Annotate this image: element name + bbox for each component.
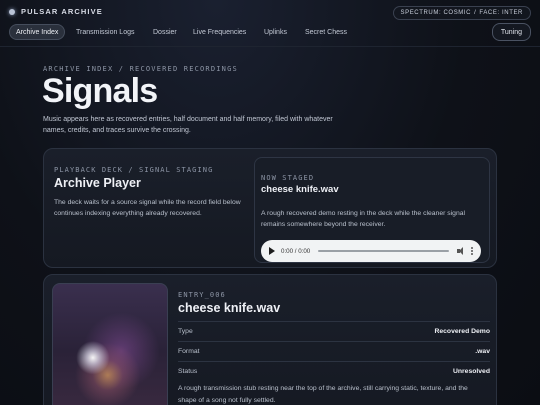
volume-icon[interactable] (457, 247, 465, 255)
nav-item-dossier[interactable]: Dossier (153, 24, 177, 40)
deck-title: Archive Player (54, 176, 141, 190)
meta-row-type: Type Recovered Demo (178, 321, 490, 341)
nav-item-live-frequencies[interactable]: Live Frequencies (193, 24, 246, 40)
meta-row-format: Format .wav (178, 341, 490, 361)
meta-key: Type (178, 328, 193, 335)
entry-description: A rough transmission stub resting near t… (178, 385, 468, 404)
nav-item-secret-chess[interactable]: Secret Chess (305, 24, 347, 40)
meta-value: Unresolved (452, 368, 490, 375)
main-nav: Archive Index Transmission Logs Dossier … (0, 24, 540, 42)
play-icon[interactable] (269, 247, 275, 255)
meta-value: Recovered Demo (434, 328, 490, 335)
page-intro: Music appears here as recovered entries,… (43, 116, 333, 134)
entry-artwork (52, 283, 168, 405)
player-time: 0:00 / 0:00 (281, 247, 311, 255)
nav-item-archive-index[interactable]: Archive Index (9, 24, 66, 40)
meta-row-status: Status Unresolved (178, 361, 490, 381)
pill-separator: / (474, 10, 477, 16)
brand[interactable]: PULSAR ARCHIVE (9, 7, 103, 16)
playback-deck-card: PLAYBACK DECK / SIGNAL STAGING Archive P… (43, 148, 497, 268)
header-divider (0, 46, 540, 47)
staged-description: A rough recovered demo resting in the de… (261, 210, 466, 228)
top-bar: PULSAR ARCHIVE SPECTRUM: COSMIC / FACE: … (0, 0, 540, 26)
staged-eyebrow: NOW STAGED (261, 174, 315, 182)
tuning-button[interactable]: Tuning (491, 23, 531, 41)
spectrum-label: SPECTRUM: COSMIC (400, 10, 472, 16)
spectrum-face-pill[interactable]: SPECTRUM: COSMIC / FACE: INTER (392, 6, 531, 20)
meta-value: .wav (475, 348, 490, 355)
page-title: Signals (42, 72, 158, 110)
meta-key: Format (178, 348, 200, 355)
meta-key: Status (178, 368, 198, 375)
player-progress-track[interactable] (318, 250, 449, 252)
face-label: FACE: INTER (479, 10, 523, 16)
audio-player: 0:00 / 0:00 (261, 240, 481, 262)
nav-item-uplinks[interactable]: Uplinks (264, 24, 287, 40)
staged-title: cheese knife.wav (261, 184, 339, 195)
entry-card: ENTRY_006 cheese knife.wav Type Recovere… (43, 274, 497, 405)
nav-item-transmission-logs[interactable]: Transmission Logs (76, 24, 135, 40)
entry-id: ENTRY_006 (178, 291, 226, 299)
entry-title: cheese knife.wav (178, 301, 281, 315)
brand-name: PULSAR ARCHIVE (21, 7, 103, 16)
deck-eyebrow: PLAYBACK DECK / SIGNAL STAGING (54, 166, 214, 174)
more-options-icon[interactable] (471, 247, 473, 255)
brand-dot-icon (9, 8, 15, 15)
deck-description: The deck waits for a source signal while… (54, 199, 241, 217)
now-staged-panel: NOW STAGED cheese knife.wav A rough reco… (254, 157, 490, 263)
